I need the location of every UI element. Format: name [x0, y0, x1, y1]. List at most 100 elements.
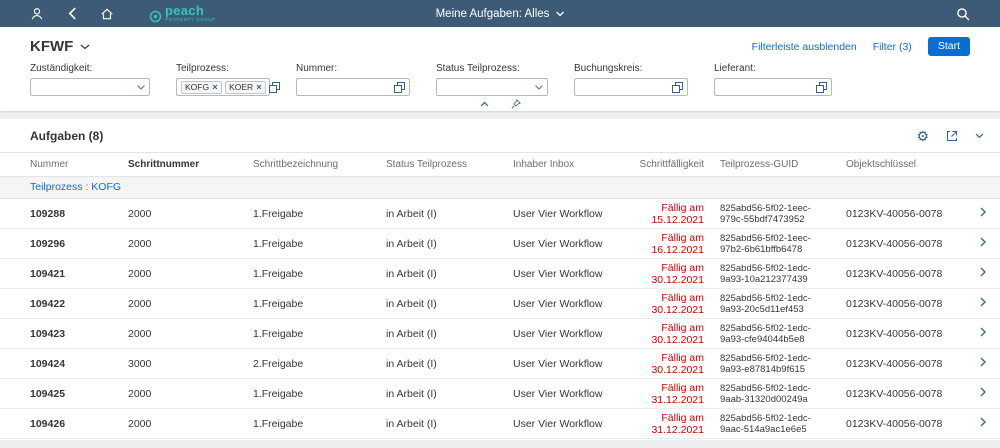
cell-objektschluessel: 0123KV-40056-0078 [838, 379, 962, 409]
column-header-status-teilprozess[interactable]: Status Teilprozess [378, 153, 505, 177]
table-row[interactable]: 109426 2000 1.Freigabe in Arbeit (I) Use… [0, 409, 1000, 439]
table-row[interactable]: 109296 2000 1.Freigabe in Arbeit (I) Use… [0, 229, 1000, 259]
cell-schrittfaelligkeit: Fällig am 16.12.2021 [617, 229, 712, 259]
row-chevron-right-icon[interactable] [980, 237, 986, 247]
column-header-inhaber-inbox[interactable]: Inhaber Inbox [505, 153, 617, 177]
peach-logo-icon [149, 10, 162, 23]
cell-navigation [962, 349, 1000, 379]
cell-schrittnummer: 2000 [120, 409, 245, 439]
column-header-schrittnummer[interactable]: Schrittnummer [120, 153, 245, 177]
cell-schrittfaelligkeit: Fällig am 30.12.2021 [617, 319, 712, 349]
zustaendigkeit-select[interactable] [30, 78, 150, 96]
export-icon[interactable] [946, 130, 958, 142]
cell-objektschluessel: 0123KV-40056-0078 [838, 319, 962, 349]
token-remove-icon[interactable] [212, 84, 218, 90]
group-header-label: Teilprozess : KOFG [0, 177, 1000, 199]
search-icon[interactable] [954, 5, 972, 23]
cell-schrittnummer: 2000 [120, 259, 245, 289]
row-chevron-right-icon[interactable] [980, 417, 986, 427]
lieferant-input[interactable] [719, 80, 813, 94]
column-header-nummer[interactable]: Nummer [0, 153, 120, 177]
collapse-filterbar-button[interactable] [473, 97, 495, 110]
table-row[interactable]: 109424 3000 2.Freigabe in Arbeit (I) Use… [0, 349, 1000, 379]
cell-teilprozess-guid: 825abd56-5f02-1edc-9a93-20c5d11ef453 [712, 289, 838, 319]
chevron-down-icon [555, 11, 564, 17]
status-teilprozess-label: Status Teilprozess: [436, 63, 548, 74]
chevron-down-icon [535, 85, 543, 90]
table-group-row: Teilprozess : KOFG [0, 177, 1000, 199]
row-chevron-right-icon[interactable] [980, 207, 986, 217]
cell-inhaber-inbox: User Vier Workflow [505, 319, 617, 349]
hide-filterbar-link[interactable]: Filterleiste ausblenden [752, 41, 857, 53]
table-row[interactable]: 109288 2000 1.Freigabe in Arbeit (I) Use… [0, 199, 1000, 229]
cell-nummer: 109421 [0, 259, 120, 289]
row-chevron-right-icon[interactable] [980, 357, 986, 367]
row-chevron-right-icon[interactable] [980, 387, 986, 397]
variant-selector[interactable]: KFWF [30, 38, 90, 55]
table-body: Teilprozess : KOFG 109288 2000 1.Freigab… [0, 177, 1000, 439]
value-help-icon[interactable] [394, 82, 405, 93]
cell-navigation [962, 409, 1000, 439]
table-row[interactable]: 109422 2000 1.Freigabe in Arbeit (I) Use… [0, 289, 1000, 319]
column-header-schrittbezeichnung[interactable]: Schrittbezeichnung [245, 153, 378, 177]
cell-schrittbezeichnung: 1.Freigabe [245, 319, 378, 349]
table-row[interactable]: 109423 2000 1.Freigabe in Arbeit (I) Use… [0, 319, 1000, 349]
table-menu-chevron-icon[interactable] [975, 133, 984, 139]
cell-objektschluessel: 0123KV-40056-0078 [838, 229, 962, 259]
peach-logo[interactable]: peach PROPERTY GROUP [149, 4, 216, 23]
cell-status-teilprozess: in Arbeit (I) [378, 349, 505, 379]
cell-navigation [962, 259, 1000, 289]
cell-inhaber-inbox: User Vier Workflow [505, 199, 617, 229]
settings-gear-icon[interactable]: ⚙ [916, 129, 929, 143]
pin-filterbar-button[interactable] [505, 97, 527, 110]
cell-schrittnummer: 2000 [120, 199, 245, 229]
cell-schrittfaelligkeit: Fällig am 15.12.2021 [617, 199, 712, 229]
app-title-menu[interactable]: Meine Aufgaben: Alles [436, 0, 565, 27]
user-icon[interactable] [28, 5, 46, 23]
token-koer: KOER [225, 81, 266, 94]
cell-schrittnummer: 2000 [120, 319, 245, 349]
filter-field-nummer: Nummer: [296, 63, 410, 96]
buchungskreis-control [574, 78, 688, 96]
row-chevron-right-icon[interactable] [980, 267, 986, 277]
cell-schrittnummer: 2000 [120, 289, 245, 319]
cell-schrittnummer: 2000 [120, 379, 245, 409]
row-chevron-right-icon[interactable] [980, 327, 986, 337]
cell-navigation [962, 319, 1000, 349]
column-header-objektschluessel[interactable]: Objektschlüssel [838, 153, 962, 177]
buchungskreis-label: Buchungskreis: [574, 63, 688, 74]
cell-navigation [962, 289, 1000, 319]
filter-field-buchungskreis: Buchungskreis: [574, 63, 688, 96]
teilprozess-multi-input[interactable]: KOFG KOER [176, 78, 270, 96]
cell-status-teilprozess: in Arbeit (I) [378, 229, 505, 259]
token-remove-icon[interactable] [256, 84, 262, 90]
value-help-icon[interactable] [269, 82, 280, 93]
filter-field-lieferant: Lieferant: [714, 63, 832, 96]
cell-schrittbezeichnung: 1.Freigabe [245, 199, 378, 229]
cell-navigation [962, 229, 1000, 259]
cell-objektschluessel: 0123KV-40056-0078 [838, 409, 962, 439]
cell-inhaber-inbox: User Vier Workflow [505, 379, 617, 409]
column-header-teilprozess-guid[interactable]: Teilprozess-GUID [712, 153, 838, 177]
status-teilprozess-select[interactable] [436, 78, 548, 96]
row-chevron-right-icon[interactable] [980, 297, 986, 307]
column-header-schrittfaelligkeit[interactable]: Schrittfälligkeit [617, 153, 712, 177]
start-button[interactable]: Start [928, 37, 970, 56]
chevron-up-icon [480, 101, 489, 107]
value-help-icon[interactable] [672, 82, 683, 93]
cell-teilprozess-guid: 825abd56-5f02-1eec-979c-55bdf7473952 [712, 199, 838, 229]
cell-objektschluessel: 0123KV-40056-0078 [838, 289, 962, 319]
cell-schrittfaelligkeit: Fällig am 31.12.2021 [617, 409, 712, 439]
cell-navigation [962, 379, 1000, 409]
cell-schrittfaelligkeit: Fällig am 30.12.2021 [617, 349, 712, 379]
cell-status-teilprozess: in Arbeit (I) [378, 199, 505, 229]
filters-link[interactable]: Filter (3) [873, 41, 912, 53]
table-row[interactable]: 109425 2000 1.Freigabe in Arbeit (I) Use… [0, 379, 1000, 409]
back-icon[interactable] [63, 5, 81, 23]
nummer-input[interactable] [301, 80, 391, 94]
value-help-icon[interactable] [816, 82, 827, 93]
token-kofg: KOFG [181, 81, 222, 94]
table-row[interactable]: 109421 2000 1.Freigabe in Arbeit (I) Use… [0, 259, 1000, 289]
buchungskreis-input[interactable] [579, 80, 669, 94]
home-icon[interactable] [98, 5, 116, 23]
